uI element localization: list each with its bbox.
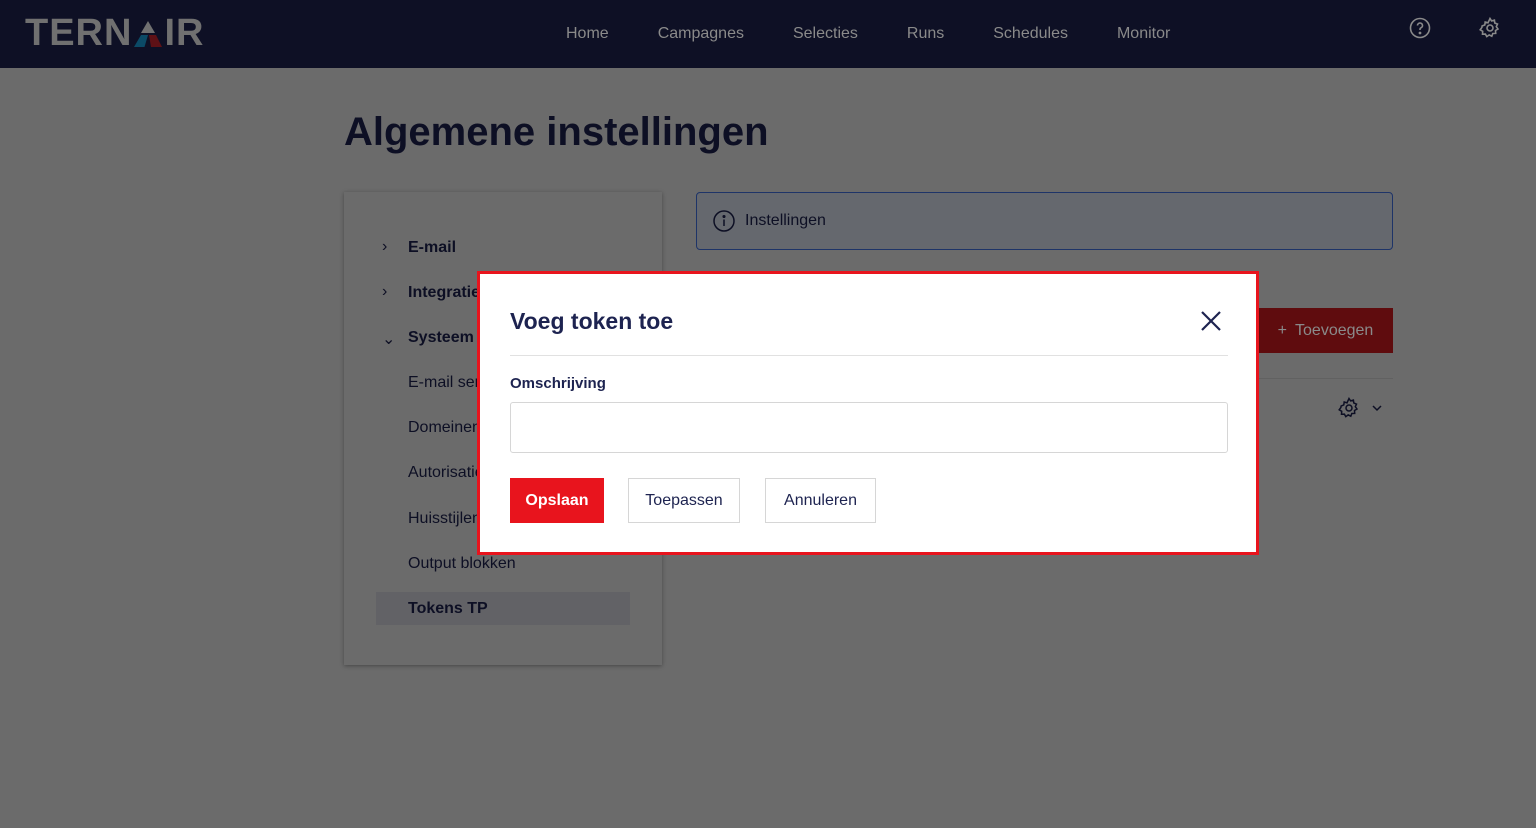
logo-triangle-icon xyxy=(134,20,163,47)
close-icon[interactable] xyxy=(1200,310,1222,332)
sidebar-item-huisstijlen[interactable]: Huisstijlen xyxy=(408,510,481,528)
sidebar-item-systeem[interactable]: Systeem xyxy=(408,329,474,347)
sidebar-item-autorisatie[interactable]: Autorisatie xyxy=(408,464,484,482)
sidebar-item-email[interactable]: E-mail xyxy=(408,239,456,257)
info-banner: Instellingen xyxy=(696,192,1393,250)
top-nav: TERN IR Home Campagnes Selecties Runs Sc… xyxy=(0,0,1536,68)
ternair-logo[interactable]: TERN IR xyxy=(25,12,204,55)
logo-text-tern: TERN xyxy=(25,12,133,54)
save-button[interactable]: Opslaan xyxy=(510,478,604,523)
sidebar-item-domeinen[interactable]: Domeinen xyxy=(408,419,481,437)
sidebar-item-tokens-tp[interactable]: Tokens TP xyxy=(408,600,488,618)
nav-schedules[interactable]: Schedules xyxy=(993,25,1068,43)
info-icon xyxy=(713,210,735,232)
row-gear-dropdown-icon[interactable] xyxy=(1338,397,1386,419)
add-token-modal: Voeg token toe Omschrijving Opslaan Toep… xyxy=(477,271,1259,555)
page-title: Algemene instellingen xyxy=(344,110,769,154)
modal-title: Voeg token toe xyxy=(510,308,674,334)
logo-text-ir: IR xyxy=(164,12,205,54)
add-button-label: Toevoegen xyxy=(1295,321,1374,339)
modal-divider xyxy=(510,355,1228,356)
add-button[interactable]: + Toevoegen xyxy=(1258,308,1393,353)
cancel-button[interactable]: Annuleren xyxy=(765,478,876,523)
nav-monitor[interactable]: Monitor xyxy=(1117,25,1170,43)
nav-runs[interactable]: Runs xyxy=(907,25,944,43)
divider xyxy=(1258,378,1393,379)
help-icon[interactable] xyxy=(1408,16,1432,40)
nav-home[interactable]: Home xyxy=(566,25,609,43)
apply-button[interactable]: Toepassen xyxy=(628,478,740,523)
chevron-right-icon[interactable]: › xyxy=(382,238,387,256)
chevron-right-icon[interactable]: › xyxy=(382,283,387,301)
plus-icon: + xyxy=(1277,321,1288,339)
nav-campagnes[interactable]: Campagnes xyxy=(658,25,744,43)
nav-selecties[interactable]: Selecties xyxy=(793,25,858,43)
omschrijving-label: Omschrijving xyxy=(510,375,606,392)
omschrijving-input[interactable] xyxy=(510,402,1228,453)
info-label: Instellingen xyxy=(745,212,826,229)
sidebar-item-output-blokken[interactable]: Output blokken xyxy=(408,555,516,573)
settings-gear-icon[interactable] xyxy=(1478,16,1502,40)
chevron-down-icon[interactable]: ⌄ xyxy=(382,329,395,349)
